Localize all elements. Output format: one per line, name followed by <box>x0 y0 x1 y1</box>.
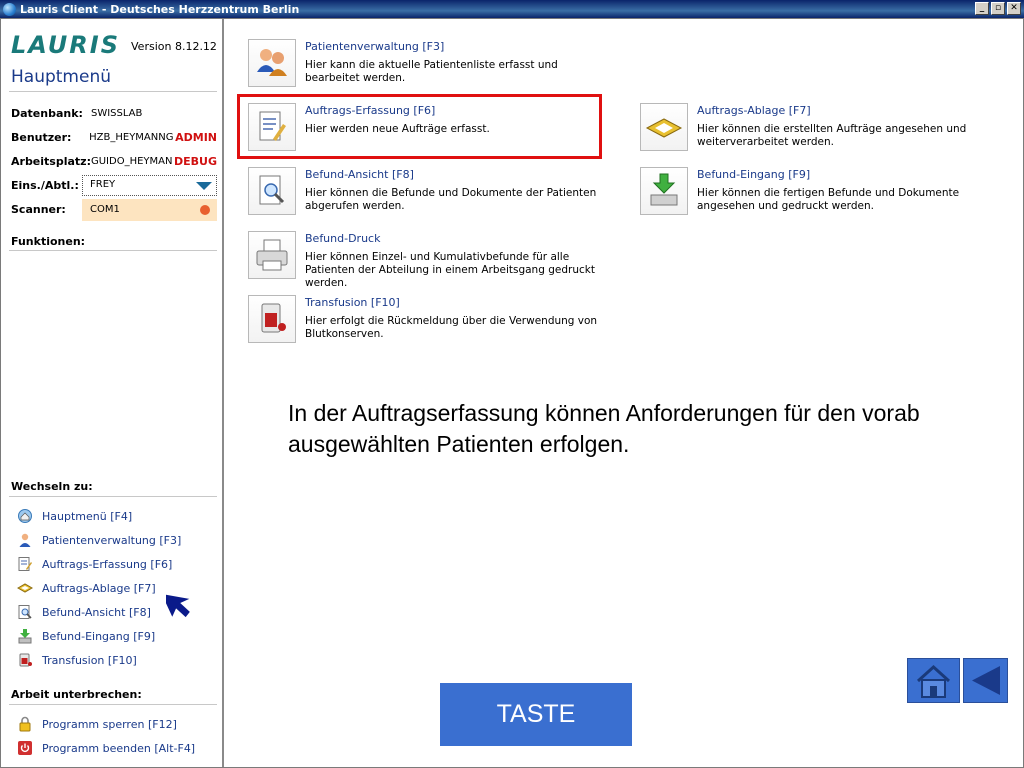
nav-befund-eingang[interactable]: Befund-Eingang [F9] <box>17 627 155 645</box>
scanner-field[interactable]: COM1 <box>82 199 217 221</box>
tile-description: Hier können die erstellten Aufträge ange… <box>697 123 967 148</box>
close-button[interactable]: ✕ <box>1007 2 1021 15</box>
tile-transfusion[interactable]: Transfusion [F10] Hier erfolgt die Rückm… <box>248 295 628 351</box>
nav-label: Befund-Ansicht [F8] <box>42 605 151 619</box>
transfusion-icon <box>248 295 296 343</box>
arbeitsplatz-label: Arbeitsplatz: <box>11 154 91 168</box>
home-button[interactable] <box>907 658 960 703</box>
tile-title: Auftrags-Ablage [F7] <box>697 104 811 117</box>
transfusion-icon <box>17 652 33 668</box>
patients-icon <box>248 39 296 87</box>
nav-label: Patientenverwaltung [F3] <box>42 533 182 547</box>
nav-auftrags-ablage[interactable]: Auftrags-Ablage [F7] <box>16 579 156 597</box>
tile-title: Transfusion [F10] <box>305 296 400 309</box>
nav-label: Programm sperren [F12] <box>42 717 177 731</box>
nav-label: Auftrags-Erfassung [F6] <box>42 557 173 571</box>
tile-description: Hier kann die aktuelle Patientenliste er… <box>305 59 558 84</box>
tile-title: Befund-Ansicht [F8] <box>305 168 414 181</box>
datenbank-value: SWISSLAB <box>91 107 143 119</box>
nav-label: Befund-Eingang [F9] <box>42 629 156 643</box>
einsabtl-value: FREY <box>90 179 116 190</box>
back-arrow-icon <box>972 666 1000 695</box>
tutorial-caption: In der Auftragserfassung können Anforder… <box>288 400 920 457</box>
einsabtl-select[interactable]: FREY <box>82 175 217 196</box>
scanner-value: COM1 <box>90 204 120 215</box>
funktionen-heading: Funktionen: <box>11 235 86 248</box>
magnifier-icon <box>248 167 296 215</box>
mouse-pointer-icon <box>166 594 190 618</box>
divider <box>9 704 217 705</box>
unterbrechen-heading: Arbeit unterbrechen: <box>11 688 142 701</box>
inbox-icon <box>17 628 33 644</box>
tile-description: Hier können Einzel- und Kumulativbefunde… <box>305 251 595 289</box>
nav-auftrags-erfassung[interactable]: Auftrags-Erfassung [F6] <box>17 555 172 573</box>
arbeitsplatz-row: Arbeitsplatz: GUIDO_HEYMAN DEBUG <box>11 151 217 171</box>
menu-title: Hauptmenü <box>11 67 111 87</box>
chevron-down-icon[interactable] <box>196 182 212 190</box>
lauris-logo: LAURIS <box>11 31 120 59</box>
minimize-button[interactable]: _ <box>975 2 989 15</box>
house-icon <box>916 664 951 698</box>
benutzer-value: HZB_HEYMANNG <box>89 131 174 143</box>
benutzer-row: Benutzer: HZB_HEYMANNG ADMIN <box>11 127 217 147</box>
tile-description: Hier erfolgt die Rückmeldung über die Ve… <box>305 315 598 340</box>
nav-label: Hauptmenü [F4] <box>42 509 133 523</box>
tile-title: Patientenverwaltung [F3] <box>305 40 445 53</box>
tile-befund-ansicht[interactable]: Befund-Ansicht [F8] Hier können die Befu… <box>248 167 628 223</box>
back-button[interactable] <box>963 658 1008 703</box>
taste-button[interactable]: TASTE <box>440 683 632 746</box>
einsabtl-label: Eins./Abtl.: <box>11 178 79 192</box>
datenbank-row: Datenbank: SWISSLAB <box>11 103 217 123</box>
tile-title: Befund-Druck <box>305 232 381 245</box>
maximize-button[interactable]: ▫ <box>991 2 1005 15</box>
inbox-icon <box>640 167 688 215</box>
title-bar: Lauris Client - Deutsches Herzzentrum Be… <box>0 0 1024 18</box>
divider <box>9 250 217 251</box>
order-tray-icon <box>16 580 34 596</box>
power-icon <box>17 740 33 756</box>
nav-transfusion[interactable]: Transfusion [F10] <box>17 651 137 669</box>
version-label: Version 8.12.12 <box>131 40 217 53</box>
wechseln-heading: Wechseln zu: <box>11 480 93 493</box>
tile-patientenverwaltung[interactable]: Patientenverwaltung [F3] Hier kann die a… <box>248 39 628 95</box>
nav-hauptmenu[interactable]: Hauptmenü [F4] <box>17 507 132 525</box>
nav-programm-beenden[interactable]: Programm beenden [Alt-F4] <box>17 739 195 757</box>
scanner-label: Scanner: <box>11 202 66 216</box>
nav-programm-sperren[interactable]: Programm sperren [F12] <box>17 715 177 733</box>
nav-patientenverwaltung[interactable]: Patientenverwaltung [F3] <box>17 531 181 549</box>
nav-befund-ansicht[interactable]: Befund-Ansicht [F8] <box>17 603 151 621</box>
admin-tag: ADMIN <box>175 130 217 144</box>
scanner-status-icon <box>200 205 210 215</box>
home-icon <box>17 508 33 524</box>
tile-description: Hier können die fertigen Befunde und Dok… <box>697 187 960 212</box>
sidebar: LAURIS Version 8.12.12 Hauptmenü Datenba… <box>1 19 224 767</box>
datenbank-label: Datenbank: <box>11 106 83 120</box>
benutzer-label: Benutzer: <box>11 130 72 144</box>
tile-befund-druck[interactable]: Befund-Druck Hier können Einzel- und Kum… <box>248 231 628 289</box>
nav-label: Transfusion [F10] <box>42 653 137 667</box>
magnifier-icon <box>17 604 33 620</box>
order-entry-icon <box>17 556 33 572</box>
nav-label: Auftrags-Ablage [F7] <box>42 581 156 595</box>
arbeitsplatz-value: GUIDO_HEYMAN <box>90 155 172 167</box>
highlight-frame <box>237 94 602 159</box>
divider <box>9 91 217 92</box>
tile-auftrags-ablage[interactable]: Auftrags-Ablage [F7] Hier können die ers… <box>640 103 1020 159</box>
window-controls: _ ▫ ✕ <box>975 2 1021 15</box>
order-tray-icon <box>640 103 688 151</box>
printer-icon <box>248 231 296 279</box>
tile-title: Befund-Eingang [F9] <box>697 168 811 181</box>
app-globe-icon <box>3 2 16 16</box>
divider <box>9 496 217 497</box>
nav-label: Programm beenden [Alt-F4] <box>42 741 196 755</box>
tile-description: Hier können die Befunde und Dokumente de… <box>305 187 597 212</box>
debug-tag: DEBUG <box>174 154 217 168</box>
window-title: Lauris Client - Deutsches Herzzentrum Be… <box>20 2 300 16</box>
patient-icon <box>17 532 33 548</box>
tile-befund-eingang[interactable]: Befund-Eingang [F9] Hier können die fert… <box>640 167 1020 223</box>
lock-icon <box>17 716 33 732</box>
